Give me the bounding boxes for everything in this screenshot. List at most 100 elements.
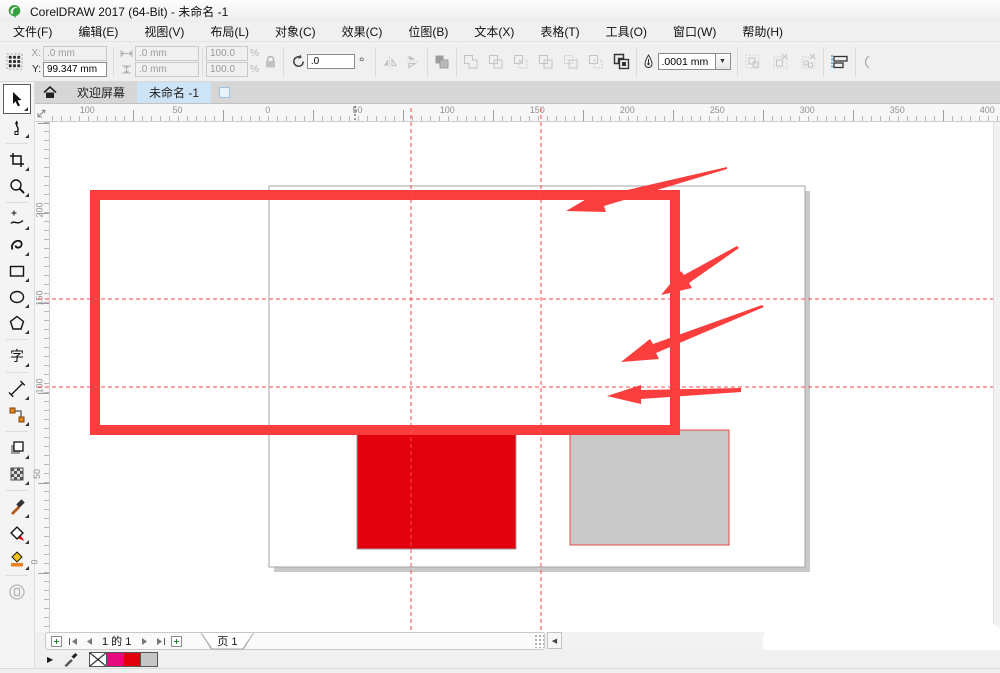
crop-tool[interactable] xyxy=(3,147,31,173)
freehand-tool[interactable] xyxy=(3,206,31,232)
object-width-icon xyxy=(120,49,133,58)
intersect-icon[interactable] xyxy=(513,54,529,70)
splitter-grip[interactable] xyxy=(534,634,544,648)
pick-tool[interactable] xyxy=(3,84,31,114)
y-position-field[interactable]: 99.347 mm xyxy=(43,62,107,77)
hruler-label: 100 xyxy=(80,105,95,115)
menu-item[interactable]: 帮助(H) xyxy=(729,21,796,42)
hruler-label: 0 xyxy=(265,105,270,115)
hruler-label: 100 xyxy=(440,105,455,115)
coreldraw-app-icon xyxy=(7,4,22,19)
menu-item[interactable]: 窗口(W) xyxy=(660,21,729,42)
tab-untitled-1[interactable]: 未命名 -1 xyxy=(137,82,211,103)
menu-item[interactable]: 文件(F) xyxy=(0,21,65,42)
scroll-left-button[interactable]: ◀ xyxy=(547,632,562,649)
remove-fill-icon[interactable] xyxy=(772,53,789,70)
align-distribute-icon[interactable] xyxy=(830,54,849,70)
palette-swatches xyxy=(90,652,158,667)
object-height-icon xyxy=(120,65,133,74)
smart-fill-tool[interactable] xyxy=(3,546,31,572)
combine-icon[interactable] xyxy=(613,53,630,70)
artistic-media-tool[interactable] xyxy=(3,232,31,258)
ellipse-tool[interactable] xyxy=(3,284,31,310)
rectangle-tool[interactable] xyxy=(3,258,31,284)
add-page-start-button[interactable] xyxy=(50,635,63,648)
text-tool[interactable]: 字 xyxy=(3,343,31,369)
menu-item[interactable]: 对象(C) xyxy=(262,21,329,42)
object-width-field[interactable]: .0 mm xyxy=(135,46,199,61)
hruler-label: 300 xyxy=(800,105,815,115)
graph-paper-icon[interactable] xyxy=(6,53,23,70)
remove-outline-icon[interactable] xyxy=(800,53,817,70)
color-eyedropper-tool[interactable] xyxy=(3,494,31,520)
x-position-field[interactable]: .0 mm xyxy=(43,46,107,61)
to-curve-icon[interactable] xyxy=(744,53,761,70)
weld-icon[interactable] xyxy=(463,54,479,70)
connector-tool[interactable] xyxy=(3,402,31,428)
mirror-horizontal-icon[interactable] xyxy=(382,55,399,69)
dimension-tool[interactable] xyxy=(3,376,31,402)
menu-item[interactable]: 效果(C) xyxy=(329,21,396,42)
mirror-vertical-icon[interactable] xyxy=(404,55,421,69)
group-objects-icon[interactable] xyxy=(434,54,450,70)
rotation-angle-field[interactable]: .0 xyxy=(307,54,355,69)
title-bar: CorelDRAW 2017 (64-Bit) - 未命名 -1 xyxy=(0,0,1000,22)
ruler-origin-icon[interactable] xyxy=(35,104,50,122)
first-page-button[interactable] xyxy=(66,635,79,648)
drop-shadow-tool[interactable] xyxy=(3,435,31,461)
vertical-scrollbar[interactable] xyxy=(993,122,1000,632)
zoom-tool[interactable] xyxy=(3,173,31,199)
tab-welcome-screen[interactable]: 欢迎屏幕 xyxy=(65,82,137,103)
magenta-swatch[interactable] xyxy=(106,652,124,667)
drawing-canvas[interactable] xyxy=(50,122,993,632)
menu-item[interactable]: 布局(L) xyxy=(197,21,262,42)
red-swatch[interactable] xyxy=(123,652,141,667)
shape-tool[interactable] xyxy=(3,114,31,140)
horizontal-ruler[interactable]: 10050050100150200250300350400 xyxy=(50,104,1000,122)
hruler-label: 150 xyxy=(530,105,545,115)
hruler-label: 400 xyxy=(980,105,995,115)
lock-ratio-icon[interactable] xyxy=(264,55,277,69)
menu-item[interactable]: 编辑(E) xyxy=(65,21,131,42)
transparency-tool[interactable] xyxy=(3,461,31,487)
page-tab[interactable]: 页 1 xyxy=(200,633,254,650)
simplify-icon[interactable] xyxy=(538,54,554,70)
degree-symbol: ° xyxy=(359,54,365,70)
scale-y-field[interactable]: 100.0 xyxy=(206,62,248,77)
gray-swatch[interactable] xyxy=(140,652,158,667)
outline-tool[interactable] xyxy=(3,579,31,605)
document-palette: ▶ xyxy=(35,650,1000,668)
menu-item[interactable]: 位图(B) xyxy=(395,21,461,42)
menu-item[interactable]: 工具(O) xyxy=(593,21,660,42)
front-minus-back-icon[interactable] xyxy=(563,54,579,70)
vertical-ruler[interactable]: 200150100500 xyxy=(35,122,50,632)
next-page-button[interactable] xyxy=(138,635,151,648)
outline-pen-icon xyxy=(643,54,654,70)
palette-flyout-arrow[interactable]: ▶ xyxy=(47,655,53,664)
no-color-swatch[interactable] xyxy=(89,652,107,667)
interactive-fill-tool[interactable] xyxy=(3,520,31,546)
window-title: CorelDRAW 2017 (64-Bit) - 未命名 -1 xyxy=(30,3,228,20)
add-page-end-button[interactable] xyxy=(170,635,183,648)
outline-width-field[interactable]: .0001 mm xyxy=(658,53,716,70)
menu-item[interactable]: 表格(T) xyxy=(527,21,592,42)
scale-x-field[interactable]: 100.0 xyxy=(206,46,248,61)
outline-width-dropdown-button[interactable]: ▼ xyxy=(716,53,731,70)
x-position-label: X: xyxy=(29,48,41,59)
vruler-label: 100 xyxy=(35,378,45,393)
object-height-field[interactable]: .0 mm xyxy=(135,62,199,77)
polygon-tool[interactable] xyxy=(3,310,31,336)
hruler-label: 350 xyxy=(890,105,905,115)
last-page-button[interactable] xyxy=(154,635,167,648)
menu-item[interactable]: 文本(X) xyxy=(461,21,527,42)
home-icon[interactable] xyxy=(35,82,65,103)
palette-eyedropper-icon[interactable] xyxy=(63,652,78,667)
new-document-button[interactable] xyxy=(219,87,230,98)
menu-item[interactable]: 视图(V) xyxy=(131,21,197,42)
back-minus-front-icon[interactable] xyxy=(588,54,604,70)
scale-y-percent-label: % xyxy=(250,64,259,75)
vruler-label: 200 xyxy=(35,202,45,217)
trim-icon[interactable] xyxy=(488,54,504,70)
svg-text:字: 字 xyxy=(10,349,24,365)
previous-page-button[interactable] xyxy=(82,635,95,648)
